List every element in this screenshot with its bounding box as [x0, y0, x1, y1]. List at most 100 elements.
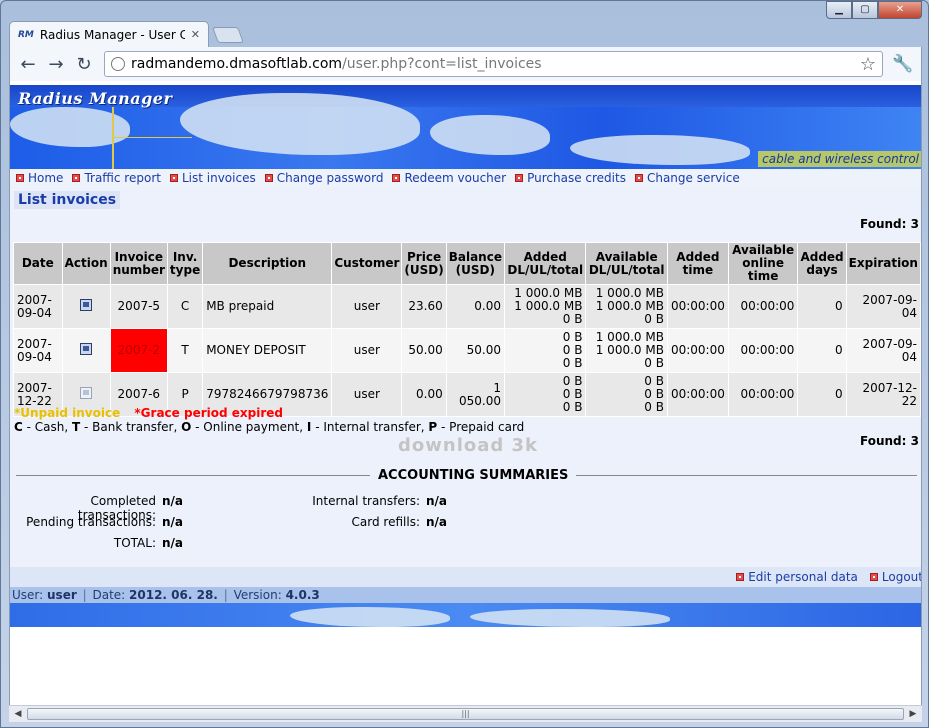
cell-expiration: 2007-09-04: [845, 328, 921, 373]
cell-price: 0.00: [401, 372, 447, 417]
cell-action: [61, 328, 111, 373]
column-header: Expiration: [845, 242, 921, 285]
banner-line: [112, 107, 114, 169]
view-invoice-icon[interactable]: [80, 299, 93, 311]
browser-window: ▁ ▢ ✕ RM Radius Manager - User Con ✕ ← →…: [0, 0, 929, 728]
footer-banner: [10, 603, 921, 627]
bullet-icon: [264, 174, 273, 182]
column-header: Date: [13, 242, 63, 285]
map-decoration: [290, 607, 450, 627]
menu-item-home[interactable]: Home: [16, 171, 63, 185]
cell-added: 0 B0 B0 B: [503, 372, 587, 417]
map-decoration: [430, 115, 550, 155]
cell-added: 0 B0 B0 B: [503, 328, 587, 373]
cell-added-days: 0: [797, 284, 847, 329]
scroll-left-icon[interactable]: ◀: [10, 707, 26, 721]
cell-balance: 50.00: [445, 328, 505, 373]
cell-type: T: [166, 328, 204, 373]
pending-value: n/a: [162, 515, 184, 529]
cell-expiration: 2007-09-04: [845, 284, 921, 329]
url-path: /user.php?cont=list_invoices: [342, 56, 542, 72]
menu-item-change-password[interactable]: Change password: [264, 171, 383, 185]
cell-balance: 1 050.00: [445, 372, 505, 417]
column-header: Added DL/UL/total: [503, 242, 587, 285]
cell-date: 2007-09-04: [13, 328, 63, 373]
horizontal-scrollbar[interactable]: ◀ ||| ▶: [9, 705, 922, 722]
cell-invoice: 2007-2: [109, 328, 168, 373]
cell-description: MONEY DEPOSIT: [202, 328, 333, 373]
cell-customer: user: [331, 284, 403, 329]
url-host: radmandemo.dmasoftlab.com: [131, 56, 343, 72]
view-invoice-icon[interactable]: [80, 387, 93, 399]
cell-action: [61, 284, 111, 329]
cell-customer: user: [331, 372, 403, 417]
bullet-icon: [16, 174, 24, 182]
cell-balance: 0.00: [445, 284, 505, 329]
close-window-button[interactable]: ✕: [878, 1, 922, 19]
view-invoice-icon[interactable]: [80, 343, 93, 355]
cell-available-time: 00:00:00: [727, 284, 799, 329]
page-title: List invoices: [14, 191, 121, 209]
legend-grace: *Grace period expired: [134, 406, 283, 420]
menu-item-label: Redeem voucher: [404, 171, 507, 185]
bullet-icon: [515, 174, 524, 182]
back-button[interactable]: ←: [16, 52, 40, 76]
internal-value: n/a: [426, 494, 448, 508]
summary-title: ACCOUNTING SUMMARIES: [370, 468, 577, 483]
bookmark-star-icon[interactable]: ☆: [860, 54, 876, 75]
menu-item-label: List invoices: [181, 171, 256, 185]
status-date: 2012. 06. 28.: [129, 588, 218, 602]
forward-button[interactable]: →: [44, 52, 68, 76]
maximize-button[interactable]: ▢: [852, 1, 878, 19]
tab-close-icon[interactable]: ✕: [191, 28, 200, 41]
watermark: download 3k: [398, 435, 539, 456]
link-label: Logout: [881, 570, 922, 584]
menu-item-redeem-voucher[interactable]: Redeem voucher: [392, 171, 506, 185]
column-header: Customer: [331, 242, 403, 285]
minimize-button[interactable]: ▁: [826, 1, 852, 19]
total-label: TOTAL:: [113, 536, 156, 550]
address-bar[interactable]: radmandemo.dmasoftlab.com/user.php?cont=…: [104, 51, 883, 77]
total-value: n/a: [162, 536, 184, 550]
banner-tagline: cable and wireless control: [758, 151, 921, 167]
app-logo: Radius Manager: [18, 89, 173, 108]
reload-button[interactable]: ↻: [72, 52, 96, 76]
menu-item-list-invoices[interactable]: List invoices: [169, 171, 256, 185]
browser-tab[interactable]: RM Radius Manager - User Con ✕: [9, 21, 209, 47]
edit-personal-data-link[interactable]: Edit personal data: [736, 570, 858, 584]
refills-label: Card refills:: [351, 515, 420, 529]
cell-added: 1 000.0 MB 1 000.0 MB 0 B: [503, 284, 587, 329]
menu-item-label: Traffic report: [84, 171, 161, 185]
cell-expiration: 2007-12-22: [845, 372, 921, 417]
map-decoration: [570, 135, 750, 165]
cell-added-days: 0: [797, 372, 847, 417]
map-decoration: [180, 93, 420, 155]
legend-unpaid: *Unpaid invoice: [14, 406, 121, 420]
scrollbar-thumb[interactable]: |||: [27, 708, 904, 720]
menu-item-traffic-report[interactable]: Traffic report: [72, 171, 161, 185]
table-row: 2007-09-04 2007-5 C MB prepaid user 23.6…: [13, 284, 921, 329]
favicon-icon: RM: [18, 29, 34, 40]
logout-link[interactable]: Logout: [869, 570, 922, 584]
header-banner: Radius Manager cable and wireless contro…: [10, 85, 921, 169]
found-count-bottom: Found: 3: [860, 434, 919, 448]
cell-description: MB prepaid: [202, 284, 333, 329]
new-tab-button[interactable]: [212, 27, 244, 43]
column-header: Price (USD): [401, 242, 447, 285]
scroll-right-icon[interactable]: ▶: [905, 707, 921, 721]
cell-added-days: 0: [797, 328, 847, 373]
menu-item-change-service[interactable]: Change service: [634, 171, 740, 185]
bullet-icon: [392, 174, 401, 182]
tab-strip: RM Radius Manager - User Con ✕: [9, 21, 244, 47]
browser-toolbar: ← → ↻ radmandemo.dmasoftlab.com/user.php…: [9, 47, 922, 81]
wrench-icon[interactable]: 🔧: [891, 54, 915, 74]
cell-available: 1 000.0 MB 1 000.0 MB 0 B: [585, 328, 668, 373]
column-header: Inv. type: [166, 242, 204, 285]
cell-invoice: 2007-5: [109, 284, 168, 329]
menu-item-purchase-credits[interactable]: Purchase credits: [515, 171, 626, 185]
cell-date: 2007-09-04: [13, 284, 63, 329]
pending-label: Pending transactions:: [26, 515, 156, 529]
cell-available: 0 B0 B0 B: [585, 372, 668, 417]
bullet-icon: [634, 174, 643, 182]
menu-item-label: Change service: [646, 171, 740, 185]
